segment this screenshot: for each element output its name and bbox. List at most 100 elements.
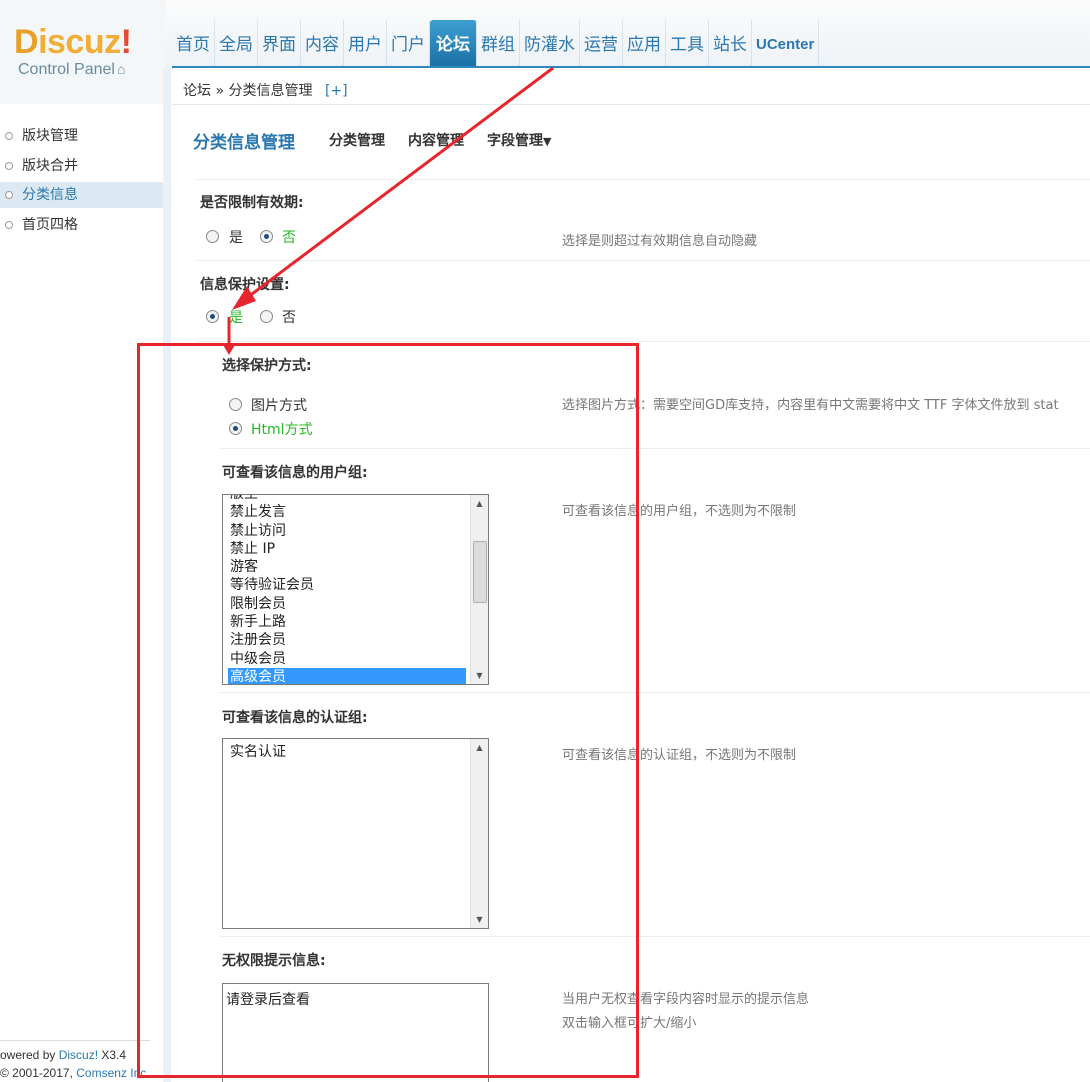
expiry-yes-label[interactable]: 是	[229, 227, 243, 247]
expiry-label: 是否限制有效期:	[200, 195, 304, 211]
footer-copyright: owered by Discuz! X3.4 © 2001-2017, Coms…	[0, 1048, 150, 1080]
user-groups-label: 可查看该信息的用户组:	[222, 465, 368, 481]
nav-item-6[interactable]: 论坛	[430, 20, 477, 66]
footer-link-comsenz[interactable]: Comsenz Inc.	[76, 1066, 149, 1080]
no-permission-value: 请登录后查看	[226, 992, 310, 1008]
list-item[interactable]: 注册会员	[228, 631, 466, 649]
user-groups-hint: 可查看该信息的用户组，不选则为不限制	[562, 504, 797, 519]
nav-item-2[interactable]: 界面	[258, 20, 301, 66]
footer-link-discuz[interactable]: Discuz!	[59, 1048, 98, 1062]
expiry-hint: 选择是则超过有效期信息自动隐藏	[562, 234, 758, 249]
sidebar-divider	[163, 67, 171, 1082]
logo[interactable]: Discuz! Control Panel ⌂	[0, 0, 165, 104]
row-separator	[219, 692, 1090, 693]
verify-groups-options: 实名认证	[228, 743, 466, 761]
footer-rule	[0, 1040, 150, 1041]
nav-item-9[interactable]: 运营	[580, 20, 623, 66]
list-item[interactable]: 实名认证	[228, 743, 466, 761]
nav-item-13[interactable]: UCenter	[752, 20, 820, 66]
bullet-icon	[5, 221, 13, 229]
user-groups-listbox[interactable]: 版主 禁止发言 禁止访问 禁止 IP 游客 等待验证会员 限制会员 新手上路 注…	[222, 494, 489, 685]
list-item-selected[interactable]: 高级会员	[228, 667, 466, 684]
home-icon: ⌂	[116, 61, 126, 77]
row-separator	[219, 448, 1090, 449]
nav-item-7[interactable]: 群组	[477, 20, 520, 66]
scroll-up-icon[interactable]: ▲	[471, 495, 488, 512]
user-groups-options: 版主 禁止发言 禁止访问 禁止 IP 游客 等待验证会员 限制会员 新手上路 注…	[228, 495, 466, 684]
row-separator	[196, 341, 1090, 342]
image-mode-radio[interactable]	[229, 398, 242, 411]
image-mode-label[interactable]: 图片方式	[251, 395, 307, 415]
nav-item-4[interactable]: 用户	[344, 20, 387, 66]
nav-item-8[interactable]: 防灌水	[520, 20, 580, 66]
protect-yes-radio[interactable]	[206, 310, 219, 323]
scroll-down-icon[interactable]: ▼	[471, 667, 488, 684]
nav-item-12[interactable]: 站长	[709, 20, 752, 66]
page-title: 分类信息管理	[193, 133, 295, 153]
nav-item-10[interactable]: 应用	[623, 20, 666, 66]
nav-item-11[interactable]: 工具	[666, 20, 709, 66]
list-item[interactable]: 版主	[228, 495, 466, 503]
breadcrumb-current: 分类信息管理	[228, 83, 313, 99]
breadcrumb-separator: »	[215, 83, 225, 99]
nav-item-5[interactable]: 门户	[387, 20, 430, 66]
verify-groups-listbox[interactable]: 实名认证 ▲ ▼	[222, 738, 489, 929]
no-permission-textarea[interactable]: 请登录后查看	[222, 983, 489, 1082]
html-mode-radio[interactable]	[229, 422, 242, 435]
logo-subtitle: Control Panel ⌂	[18, 61, 126, 78]
protect-label: 信息保护设置:	[200, 277, 290, 293]
sidebar-item-forum-merge[interactable]: 版块合并	[0, 153, 163, 179]
list-item[interactable]: 禁止发言	[228, 503, 466, 521]
tab-category-manage[interactable]: 分类管理	[329, 130, 385, 150]
list-item[interactable]: 中级会员	[228, 650, 466, 668]
list-item[interactable]: 游客	[228, 558, 466, 576]
breadcrumb-parent[interactable]: 论坛	[183, 83, 211, 99]
list-item[interactable]: 禁止 IP	[228, 540, 466, 558]
expiry-no-label[interactable]: 否	[282, 227, 296, 247]
sidebar-item-home-grid[interactable]: 首页四格	[0, 212, 163, 238]
main-content: 分类信息管理 分类管理 内容管理 字段管理▼ 是否限制有效期: 是 否 选择是则…	[171, 104, 1090, 1082]
html-mode-label[interactable]: Html方式	[251, 419, 313, 439]
bullet-icon	[5, 191, 13, 199]
protect-mode-hint: 选择图片方式：需要空间GD库支持，内容里有中文需要将中文 TTF 字体文件放到 …	[562, 398, 1059, 413]
textarea-resize-hint: 双击输入框可扩大/缩小	[562, 1016, 697, 1031]
dropdown-arrow-icon: ▼	[543, 135, 552, 148]
tab-content-manage[interactable]: 内容管理	[408, 130, 464, 150]
no-permission-hint: 当用户无权查看字段内容时显示的提示信息	[562, 992, 810, 1007]
verify-groups-hint: 可查看该信息的认证组，不选则为不限制	[562, 748, 797, 763]
logo-wordmark: Discuz!	[14, 23, 132, 61]
protect-mode-label: 选择保护方式:	[222, 358, 312, 374]
nav-item-1[interactable]: 全局	[215, 20, 258, 66]
protect-no-label[interactable]: 否	[282, 307, 296, 327]
sidebar: 版块管理 版块合并 分类信息 首页四格	[0, 104, 163, 1082]
sidebar-item-forum-manage[interactable]: 版块管理	[0, 123, 163, 149]
breadcrumb: 论坛 » 分类信息管理 [+]	[183, 80, 348, 100]
list-item[interactable]: 禁止访问	[228, 522, 466, 540]
user-groups-scrollbar[interactable]: ▲ ▼	[470, 495, 488, 684]
add-shortcut-button[interactable]: [+]	[325, 83, 348, 99]
list-item[interactable]: 等待验证会员	[228, 576, 466, 594]
verify-groups-scrollbar[interactable]: ▲ ▼	[470, 739, 488, 928]
expiry-no-radio[interactable]	[260, 230, 273, 243]
breadcrumb-bar: 论坛 » 分类信息管理 [+]	[172, 68, 1090, 105]
scroll-up-icon[interactable]: ▲	[471, 739, 488, 756]
verify-groups-label: 可查看该信息的认证组:	[222, 710, 368, 726]
protect-no-radio[interactable]	[260, 310, 273, 323]
expiry-yes-radio[interactable]	[206, 230, 219, 243]
row-separator	[219, 936, 1090, 937]
list-item[interactable]: 限制会员	[228, 595, 466, 613]
top-nav: 首页 全局 界面 内容 用户 门户 论坛 群组 防灌水 运营 应用 工具 站长 UCenter	[172, 20, 820, 66]
scroll-down-icon[interactable]: ▼	[471, 911, 488, 928]
protect-yes-label[interactable]: 是	[229, 307, 243, 327]
tab-field-manage[interactable]: 字段管理▼	[487, 130, 551, 150]
row-separator	[196, 260, 1090, 261]
no-permission-label: 无权限提示信息:	[222, 953, 326, 969]
row-separator	[196, 179, 1090, 180]
nav-item-3[interactable]: 内容	[301, 20, 344, 66]
bullet-icon	[5, 162, 13, 170]
nav-item-0[interactable]: 首页	[172, 20, 215, 66]
list-item[interactable]: 新手上路	[228, 613, 466, 631]
sidebar-item-classified-info[interactable]: 分类信息	[0, 182, 163, 208]
scroll-thumb[interactable]	[473, 541, 487, 603]
bullet-icon	[5, 132, 13, 140]
